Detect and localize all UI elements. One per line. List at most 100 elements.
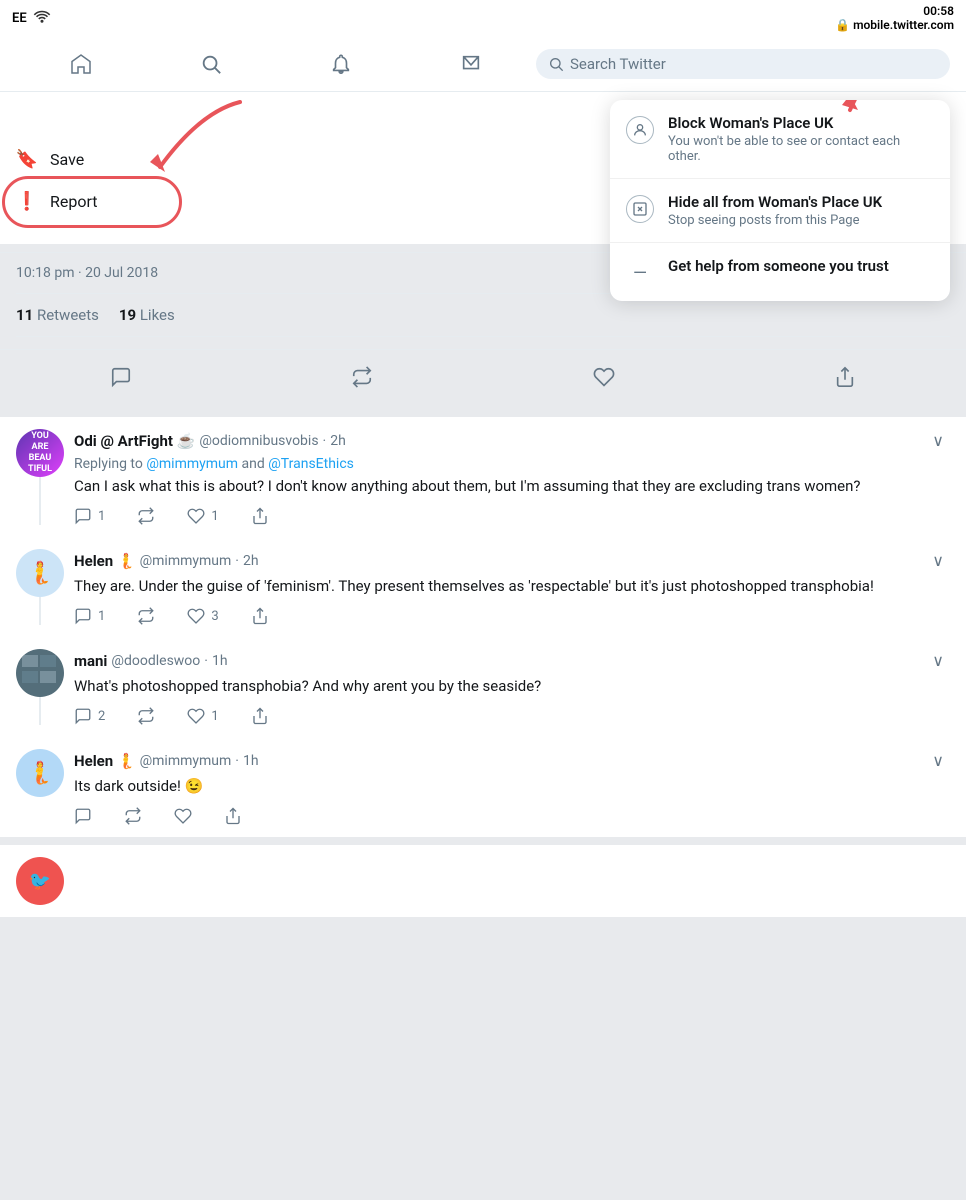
like-count[interactable]: 19 Likes	[119, 306, 175, 324]
hide-subtitle: Stop seeing posts from this Page	[668, 213, 882, 228]
help-item[interactable]: — Get help from someone you trust	[610, 243, 950, 301]
helen1-tweet-content: Helen 🧜 @mimmymum · 2h ∨ They are. Under…	[74, 549, 950, 625]
helen2-tweet-text: Its dark outside! 😉	[74, 776, 950, 797]
thread-line	[39, 477, 41, 525]
reply-tweet-mani: mani @doodleswoo · 1h ∨ What's photoshop…	[0, 637, 966, 737]
odi-retweet-btn[interactable]	[137, 507, 155, 525]
status-bar: EE 00:58 🔒 mobile.twitter.com	[0, 0, 966, 36]
odi-time: ·	[323, 433, 327, 449]
search-placeholder: Search Twitter	[570, 55, 666, 73]
odi-replying-to: Replying to @mimmymum and @TransEthics	[74, 456, 950, 472]
share-button[interactable]	[818, 358, 872, 401]
thread-line3	[39, 697, 41, 725]
helen1-share-btn[interactable]	[251, 607, 269, 625]
helen2-name: Helen 🧜	[74, 752, 136, 770]
odi-reply-link[interactable]: @mimmymum	[146, 456, 238, 472]
helen1-time: 2h	[243, 553, 259, 569]
like-button[interactable]	[577, 358, 631, 401]
helen2-reply-btn[interactable]	[74, 807, 92, 825]
helen2-time: 1h	[243, 753, 259, 769]
helen2-like-btn[interactable]	[174, 807, 192, 825]
odi-share-btn[interactable]	[251, 507, 269, 525]
helen1-actions: 1 3	[74, 607, 950, 625]
avatar-col-helen2: 🧜	[16, 749, 64, 825]
retweet-count[interactable]: 11 Retweets	[16, 306, 99, 324]
notifications-icon[interactable]	[276, 53, 406, 75]
mani-reply-btn[interactable]: 2	[74, 707, 105, 725]
block-subtitle: You won't be able to see or contact each…	[668, 134, 934, 164]
mani-handle[interactable]: @doodleswoo	[111, 653, 200, 669]
context-menu-area: 🔖 Save ❗ Report Block Woman's Place UK Y…	[0, 92, 966, 252]
avatar-col-odi: YOUAREBEAUTIFUL	[16, 429, 64, 525]
helen2-handle[interactable]: @mimmymum	[140, 753, 232, 769]
odi-handle[interactable]: @odiomnibusvobis	[199, 433, 318, 449]
url-bar: 🔒 mobile.twitter.com	[835, 18, 954, 32]
helen2-author: Helen 🧜 @mimmymum · 1h	[74, 752, 259, 770]
save-label: Save	[50, 150, 84, 169]
helen1-reply-btn[interactable]: 1	[74, 607, 105, 625]
helen2-share-btn[interactable]	[224, 807, 242, 825]
helen2-chevron[interactable]: ∨	[926, 749, 950, 772]
reply-tweet-helen1: 🧜 Helen 🧜 @mimmymum · 2h ∨ They are. Und…	[0, 537, 966, 637]
report-icon: ❗	[16, 190, 38, 212]
mani-like-btn[interactable]: 1	[187, 707, 218, 725]
report-label: Report	[50, 192, 98, 211]
next-tweet-partial: 🐦	[0, 845, 966, 917]
hide-title: Hide all from Woman's Place UK	[668, 193, 882, 211]
save-icon: 🔖	[16, 148, 38, 170]
odi-reply-btn[interactable]: 1	[74, 507, 105, 525]
mani-actions: 2 1	[74, 707, 950, 725]
mani-share-btn[interactable]	[251, 707, 269, 725]
odi-chevron[interactable]: ∨	[926, 429, 950, 452]
odi-tweet-text: Can I ask what this is about? I don't kn…	[74, 476, 950, 497]
tweet-action-bar	[0, 350, 966, 417]
avatar-col-helen1: 🧜	[16, 549, 64, 625]
carrier-text: EE	[12, 11, 27, 26]
odi-name: Odi @ ArtFight ☕	[74, 432, 195, 450]
avatar-col-mani	[16, 649, 64, 725]
block-hide-dropdown: Block Woman's Place UK You won't be able…	[610, 100, 950, 301]
odi-author: Odi @ ArtFight ☕ @odiomnibusvobis · 2h	[74, 432, 346, 450]
odi-like-count: 1	[211, 509, 218, 524]
mani-reply-count: 2	[98, 709, 105, 724]
block-item[interactable]: Block Woman's Place UK You won't be able…	[610, 100, 950, 179]
helen1-like-btn[interactable]: 3	[187, 607, 218, 625]
messages-icon[interactable]	[406, 53, 536, 75]
odi-like-btn[interactable]: 1	[187, 507, 218, 525]
odi-reply-link2[interactable]: @TransEthics	[268, 456, 354, 472]
mani-retweet-btn[interactable]	[137, 707, 155, 725]
helen1-handle[interactable]: @mimmymum	[140, 553, 232, 569]
search-icon[interactable]	[146, 53, 276, 75]
mani-tweet-text: What's photoshopped transphobia? And why…	[74, 676, 950, 697]
save-menu-item[interactable]: 🔖 Save	[16, 138, 98, 180]
search-bar[interactable]: Search Twitter	[536, 49, 950, 79]
odi-tweet-content: Odi @ ArtFight ☕ @odiomnibusvobis · 2h ∨…	[74, 429, 950, 525]
helen2-actions	[74, 807, 950, 825]
helen1-author: Helen 🧜 @mimmymum · 2h	[74, 552, 259, 570]
odi-actions: 1 1	[74, 507, 950, 525]
nav-bar: Search Twitter	[0, 36, 966, 92]
odi-time-val: 2h	[330, 433, 346, 449]
mani-like-count: 1	[211, 709, 218, 724]
avatar-helen2: 🧜	[16, 749, 64, 797]
help-title: Get help from someone you trust	[668, 257, 889, 275]
block-title: Block Woman's Place UK	[668, 114, 934, 132]
thread-line2	[39, 597, 41, 625]
mani-chevron[interactable]: ∨	[926, 649, 950, 672]
next-avatar: 🐦	[16, 857, 64, 905]
helen2-retweet-btn[interactable]	[124, 807, 142, 825]
hide-item[interactable]: Hide all from Woman's Place UK Stop seei…	[610, 179, 950, 243]
odi-tweet-header: Odi @ ArtFight ☕ @odiomnibusvobis · 2h ∨	[74, 429, 950, 452]
report-menu-item[interactable]: ❗ Report	[16, 180, 98, 222]
helen1-chevron[interactable]: ∨	[926, 549, 950, 572]
next-tweet-stub	[74, 857, 950, 905]
retweet-button[interactable]	[335, 358, 389, 401]
avatar-mani	[16, 649, 64, 697]
reply-button[interactable]	[94, 358, 148, 401]
home-icon[interactable]	[16, 52, 146, 76]
helen1-retweet-btn[interactable]	[137, 607, 155, 625]
mani-author: mani @doodleswoo · 1h	[74, 652, 228, 670]
block-icon	[626, 116, 654, 144]
help-icon: —	[626, 259, 654, 287]
reply-tweet-helen2: 🧜 Helen 🧜 @mimmymum · 1h ∨ Its dark outs…	[0, 737, 966, 845]
